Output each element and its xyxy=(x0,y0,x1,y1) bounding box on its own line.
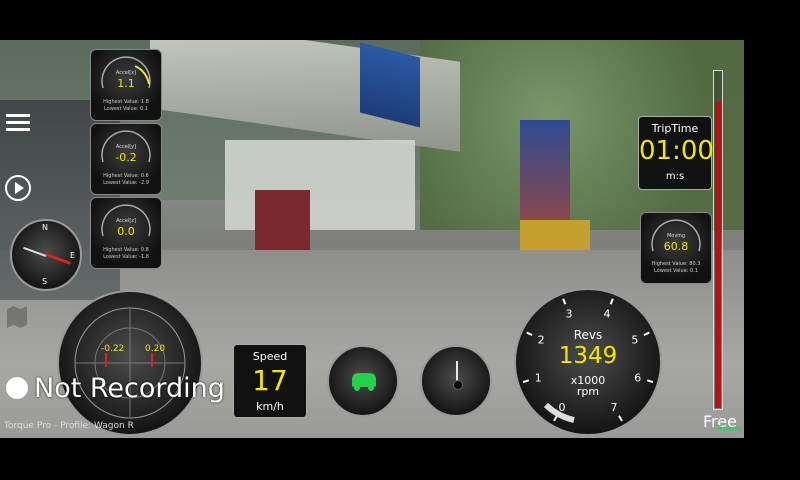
compass-needle-back xyxy=(23,246,47,257)
accel-y-lowest: Lowest Value: -2.9 xyxy=(103,180,149,186)
revs-title: Revs xyxy=(573,328,603,342)
compass-needle xyxy=(45,253,71,265)
gforce-left-value: -0.22 xyxy=(101,344,125,354)
recording-label: Not Recording xyxy=(34,372,225,404)
accel-x-gauge[interactable]: Accel[x] 1.1 Highest Value: 1.8 Lowest V… xyxy=(90,49,162,121)
gforce-gauge[interactable]: -0.22 0.20 xyxy=(57,290,203,436)
compass-east-label: E xyxy=(70,251,76,260)
accel-z-lowest: Lowest Value: -1.8 xyxy=(103,254,149,260)
revs-tick-mark xyxy=(562,298,567,305)
accel-y-highest: Highest Value: 0.6 xyxy=(103,173,149,179)
accel-x-lowest: Lowest Value: 0.1 xyxy=(103,106,149,112)
car-wheel-left xyxy=(354,385,360,391)
accel-y-value: -0.2 xyxy=(115,151,137,164)
moving-value: 60.8 xyxy=(663,240,689,253)
revs-unit: rpm xyxy=(576,385,600,398)
revs-tick-mark xyxy=(618,415,623,422)
gforce-right-value: 0.20 xyxy=(145,344,166,354)
accel-y-gauge[interactable]: Accel[y] -0.2 Highest Value: 0.6 Lowest … xyxy=(90,123,162,195)
accel-z-value: 0.0 xyxy=(117,225,135,238)
compass-north-label: N xyxy=(42,223,48,232)
accel-x-title: Accel[x] xyxy=(115,70,137,76)
level-bar xyxy=(713,70,723,410)
car-wheel-right xyxy=(368,385,374,391)
revs-tick-mark xyxy=(609,298,614,305)
revs-tick-label: 7 xyxy=(611,401,618,414)
level-bar-fill xyxy=(715,101,721,408)
trip-time-value: 01:00 xyxy=(639,136,714,166)
revs-value: 1349 xyxy=(558,343,618,369)
accel-x-highest: Highest Value: 1.8 xyxy=(103,99,149,105)
moving-gauge[interactable]: Moving 60.8 Highest Value: 80.3 Lowest V… xyxy=(640,212,712,284)
revs-tick-label: 3 xyxy=(566,308,573,321)
car-status-gauge[interactable] xyxy=(327,345,399,417)
revs-gauge[interactable]: 01234567 Revs 1349 x1000 rpm xyxy=(514,288,662,436)
menu-icon[interactable] xyxy=(4,112,32,134)
compass-gauge[interactable]: N S E xyxy=(10,219,82,291)
revs-tick-label: 4 xyxy=(603,308,610,321)
trip-time-gauge[interactable]: TripTime 01:00 m:s xyxy=(638,116,714,190)
moving-lowest: Lowest Value: 0.1 xyxy=(653,268,699,274)
record-dot-icon xyxy=(6,377,28,399)
recording-indicator[interactable]: Not Recording xyxy=(6,372,225,404)
accel-z-highest: Highest Value: 0.8 xyxy=(103,247,149,253)
speed-gauge[interactable]: Speed 17 km/h xyxy=(233,344,307,418)
moving-highest: Highest Value: 80.3 xyxy=(651,261,701,267)
accel-x-value: 1.1 xyxy=(117,77,135,90)
trip-time-title: TripTime xyxy=(651,122,699,135)
accel-z-title: Accel[z] xyxy=(116,218,136,224)
ready-status: Ready xyxy=(717,424,742,433)
accel-y-title: Accel[y] xyxy=(115,144,137,150)
gforce-grid xyxy=(74,307,186,419)
moving-title: Moving xyxy=(666,233,686,239)
compass-south-label: S xyxy=(42,277,48,286)
secondary-gauge[interactable] xyxy=(420,345,492,417)
profile-footer: Torque Pro - Profile: Wagon R xyxy=(4,421,134,431)
gauge-hub xyxy=(453,380,463,390)
speed-unit: km/h xyxy=(256,400,284,413)
trip-time-unit: m:s xyxy=(665,171,685,182)
speed-title: Speed xyxy=(252,350,288,363)
map-icon[interactable] xyxy=(7,306,27,328)
speed-value: 17 xyxy=(252,364,288,397)
accel-z-gauge[interactable]: Accel[z] 0.0 Highest Value: 0.8 Lowest V… xyxy=(90,197,162,269)
play-icon[interactable] xyxy=(5,175,31,201)
